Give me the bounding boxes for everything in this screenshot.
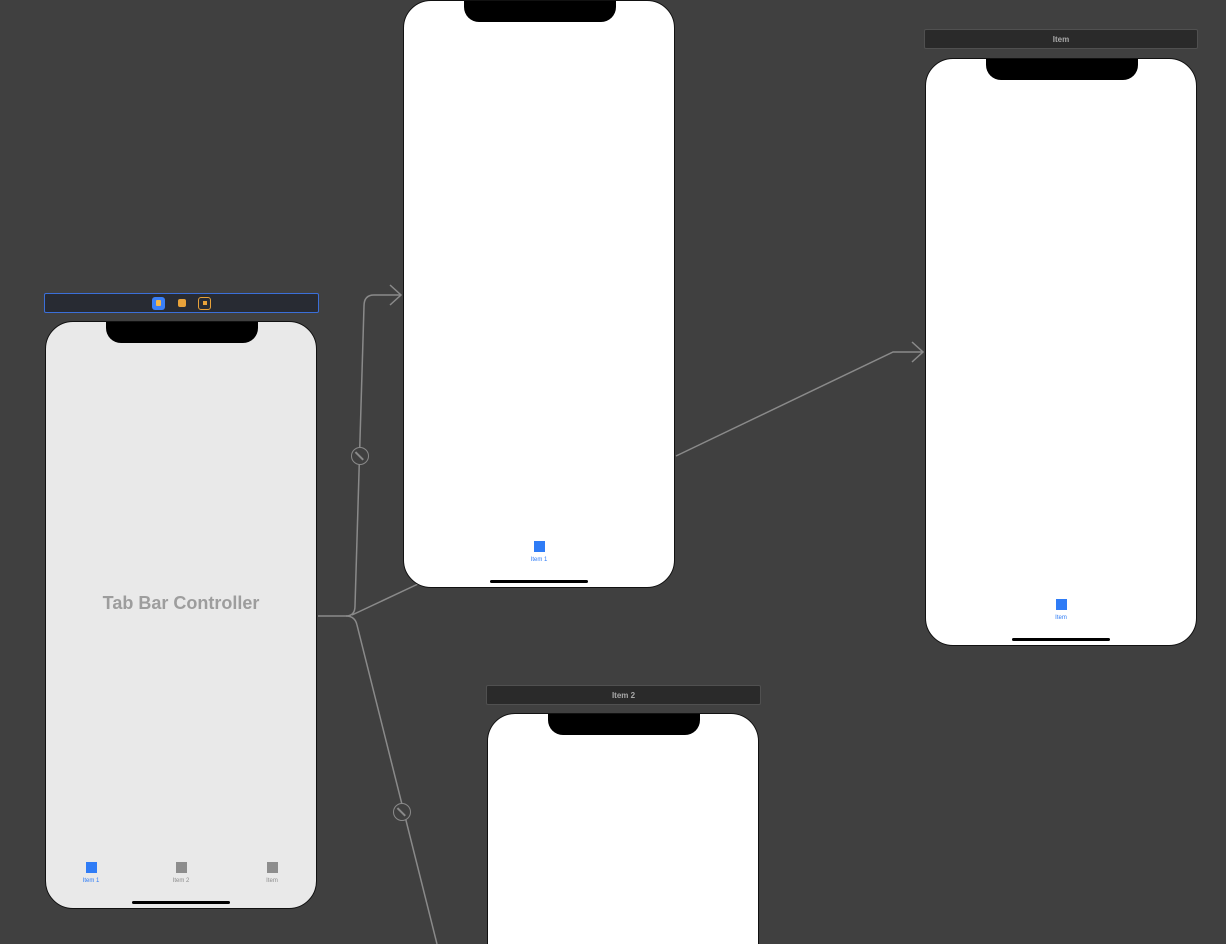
segue-relationship-icon[interactable]	[393, 803, 411, 821]
tab-square-icon	[175, 862, 187, 873]
tab-label: Item	[266, 878, 278, 884]
device-notch	[464, 1, 616, 22]
scene-bar-title: Item 2	[611, 690, 636, 700]
scene-dock-item2[interactable]: Item 2	[486, 685, 761, 705]
scene-bar-title: Item	[1052, 34, 1070, 44]
tab-square-icon	[1055, 599, 1067, 610]
tab-label: Item 1	[82, 878, 100, 884]
tab-item-2[interactable]: Item 2	[151, 862, 211, 884]
tab-item-1[interactable]: Item 1	[61, 862, 121, 884]
item2-scene[interactable]	[487, 713, 759, 944]
scene-dock-item[interactable]: Item	[924, 29, 1198, 49]
tab-square-icon	[533, 541, 545, 552]
item1-scene[interactable]: Item 1	[403, 0, 675, 588]
tab-square-icon	[85, 862, 97, 873]
tab-item-3[interactable]: Item	[242, 862, 302, 884]
first-responder-icon[interactable]	[175, 297, 188, 310]
home-indicator	[1012, 638, 1110, 641]
segue-line-item	[351, 583, 419, 616]
scene-dock-tab-bar-controller[interactable]	[44, 293, 319, 313]
tab-label: Item 2	[172, 878, 190, 884]
exit-icon[interactable]	[198, 296, 211, 310]
segue-line-item2	[345, 615, 438, 944]
tab-item[interactable]: Item	[1031, 599, 1091, 621]
segue-relationship-icon[interactable]	[351, 447, 369, 465]
device-notch	[548, 714, 700, 735]
home-indicator	[490, 580, 588, 583]
storyboard-canvas[interactable]: Tab Bar Controller Item 1 Item 2 Item It…	[0, 0, 1226, 944]
device-notch	[986, 59, 1138, 80]
scene-title: Tab Bar Controller	[102, 593, 260, 613]
view-controller-icon[interactable]	[152, 296, 165, 310]
home-indicator	[132, 901, 230, 904]
device-notch	[106, 322, 258, 343]
tab-bar-controller-scene[interactable]: Tab Bar Controller Item 1 Item 2 Item	[45, 321, 317, 909]
tab-item[interactable]: Item 1	[509, 541, 569, 563]
tab-square-icon	[266, 862, 278, 873]
segue-line-item	[675, 351, 922, 457]
tab-label: Item 1	[530, 557, 548, 563]
item-scene[interactable]: Item	[925, 58, 1197, 646]
tab-label: Item	[1055, 615, 1067, 621]
